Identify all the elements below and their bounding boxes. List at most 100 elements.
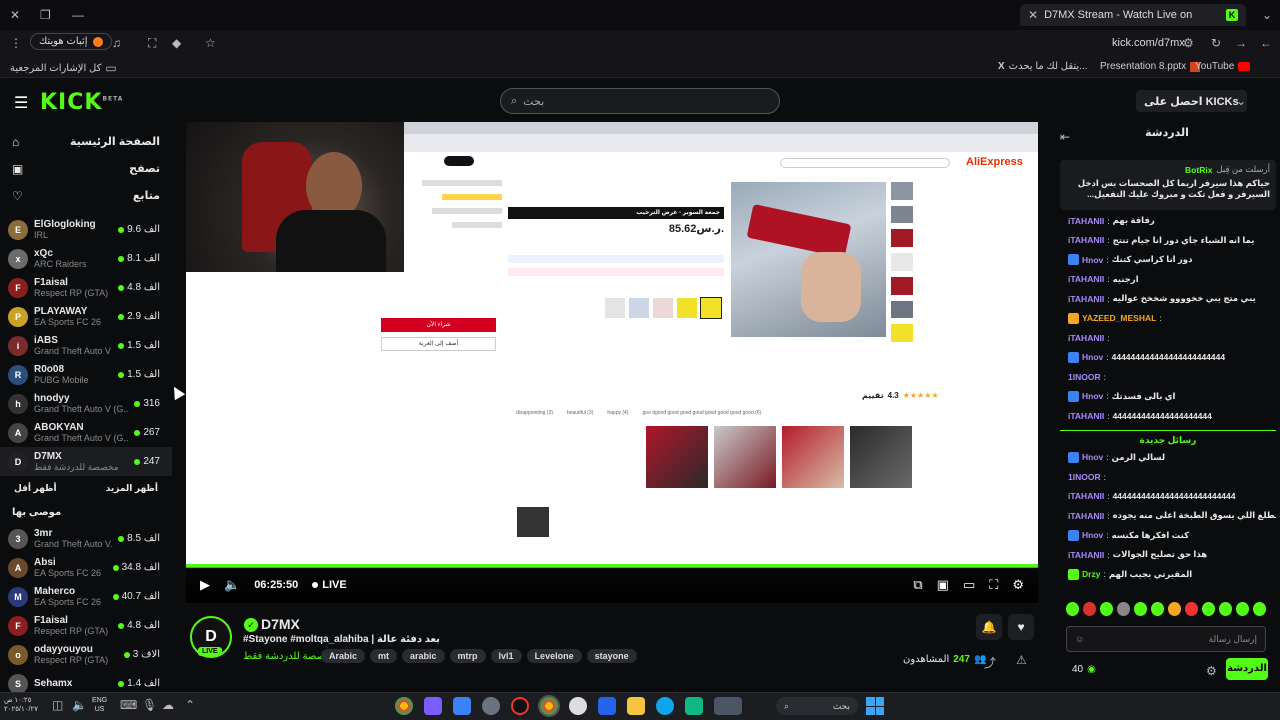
review-photo[interactable] — [517, 507, 549, 537]
media-control-icon[interactable]: ♫ — [112, 36, 121, 50]
report-icon[interactable]: ⚠ — [1016, 653, 1027, 667]
thumbnail[interactable] — [891, 182, 913, 200]
bookmark-presentation[interactable]: Presentation 8.pptx — [1100, 61, 1201, 72]
tab-close-icon[interactable]: ✕ — [1028, 8, 1038, 22]
emote-icon[interactable] — [1236, 602, 1249, 616]
thumbnail[interactable] — [891, 229, 913, 248]
chat-username[interactable]: 1INOOR — [1068, 372, 1101, 382]
windows-start-icon[interactable] — [866, 697, 884, 715]
chat-username[interactable]: iTAHANII — [1068, 235, 1104, 245]
chat-username[interactable]: iTAHANII — [1068, 333, 1104, 343]
settings-icon[interactable]: ⚙ — [1012, 577, 1024, 593]
review-image[interactable] — [646, 426, 708, 488]
channel-item[interactable]: R R0o08 PUBG Mobile 1.5 الف — [0, 360, 172, 389]
obs-icon[interactable] — [569, 697, 587, 715]
get-kicks-button[interactable]: احصل على KICKs — [1136, 90, 1247, 112]
taskbar-search[interactable]: ⌕ بحث — [776, 697, 858, 715]
thumbnail[interactable] — [891, 324, 913, 343]
emote-icon[interactable] — [1117, 602, 1130, 616]
tray-expand-icon[interactable]: ⌃ — [185, 698, 195, 712]
chat-username[interactable]: Drzy — [1082, 569, 1100, 579]
screenshot-icon[interactable]: ⛶ — [148, 36, 156, 51]
speaker-icon[interactable]: 🔈 — [72, 698, 87, 712]
channel-item[interactable]: x xQc ARC Raiders 8.1 الف — [0, 244, 172, 273]
bookmark-star-icon[interactable]: ☆ — [205, 36, 216, 50]
review-tag[interactable]: goo dgood good good good good good good … — [643, 410, 762, 416]
channel-item[interactable]: A Absi EA Sports FC 26 34.8 الف — [0, 553, 172, 582]
emote-icon[interactable] — [1253, 602, 1266, 616]
pinned-message[interactable]: BotRix أرسلت من قِبل حياكم هذا سيرفر ارب… — [1060, 160, 1276, 210]
taskbar-clock[interactable]: ١٠:٢٥ ص ٢٠٢٥/١٠/٢٧ — [4, 696, 38, 714]
reload-icon[interactable]: ↻ — [1211, 36, 1221, 50]
review-image[interactable] — [782, 426, 844, 488]
emote-icon[interactable] — [1185, 602, 1198, 616]
widget-icon[interactable] — [714, 697, 742, 715]
show-less-button[interactable]: أظهر أقل — [14, 483, 57, 494]
sidebar-nav-item[interactable]: ▣ تصفح — [0, 155, 172, 182]
chat-username[interactable]: iTAHANII — [1068, 294, 1104, 304]
bookmark-x[interactable]: X يتقل لك ما يحدث... — [998, 61, 1088, 72]
show-more-button[interactable]: أظهر المزيد — [106, 483, 158, 494]
channel-item[interactable]: D D7MX مخصصة للدردشة فقط 247 — [0, 447, 172, 476]
buy-now-button[interactable]: شراء الآن — [381, 318, 496, 332]
kicks-balance[interactable]: 40 ◉ — [1072, 664, 1096, 675]
emote-icon[interactable] — [1202, 602, 1215, 616]
chat-send-button[interactable]: الدردشة — [1226, 658, 1268, 680]
emote-icon[interactable] — [1083, 602, 1096, 616]
window-close-icon[interactable]: — — [72, 8, 84, 22]
chrome-icon[interactable] — [395, 697, 413, 715]
tab-kick-stream[interactable]: ✕ D7MX Stream - Watch Live on K — [1020, 4, 1246, 26]
clip-icon[interactable]: ⧉ — [913, 577, 922, 593]
settings-app-icon[interactable] — [482, 697, 500, 715]
fullscreen-icon[interactable]: ⛶ — [989, 577, 998, 593]
all-bookmarks-button[interactable]: كل الإشارات المرجعية ▭ — [10, 61, 117, 75]
address-bar[interactable]: kick.com/d7mx — [1112, 37, 1185, 49]
chat-username[interactable]: iTAHANII — [1068, 411, 1104, 421]
chat-username[interactable]: Hnov — [1082, 391, 1103, 401]
channel-item[interactable]: 3 3mr Grand Theft Auto V... 8.5 الف — [0, 524, 172, 553]
emoji-icon[interactable]: ☺ — [1075, 634, 1084, 644]
thumbnail[interactable] — [891, 300, 913, 319]
emote-icon[interactable] — [1168, 602, 1181, 616]
forward-icon[interactable]: → — [1235, 36, 1247, 50]
language-indicator[interactable]: ENG US — [92, 696, 107, 714]
volume-icon[interactable]: 🔈 — [224, 577, 240, 593]
channel-item[interactable]: A ABOKYAN Grand Theft Auto V (G... 267 — [0, 418, 172, 447]
chat-username[interactable]: iTAHANII — [1068, 550, 1104, 560]
stream-tag[interactable]: mt — [370, 649, 398, 663]
review-tag[interactable]: happy (4) — [607, 410, 628, 416]
minimize-icon[interactable]: ✕ — [10, 8, 20, 22]
chat-settings-icon[interactable]: ⚙ — [1206, 664, 1217, 678]
channel-item[interactable]: S Sehamx 1.4 الف — [0, 669, 172, 692]
stream-tag[interactable]: lvl1 — [490, 649, 522, 663]
thumbnail[interactable] — [891, 276, 913, 295]
chat-username[interactable]: iTAHANII — [1068, 216, 1104, 226]
thumbnail[interactable] — [891, 253, 913, 271]
streamer-name[interactable]: D7MX — [261, 616, 300, 632]
thumbnail[interactable] — [891, 205, 913, 224]
emote-icon[interactable] — [1100, 602, 1113, 616]
channel-item[interactable]: o odayyouyou Respect RP (GTA) 3 الاف — [0, 640, 172, 669]
discord-icon[interactable] — [424, 697, 442, 715]
color-option[interactable] — [605, 298, 625, 318]
channel-item[interactable]: M Maherco EA Sports FC 26 40.7 الف — [0, 582, 172, 611]
share-icon[interactable]: ⤴ — [984, 654, 996, 671]
chrome-active-icon[interactable] — [538, 695, 560, 717]
chat-username[interactable]: Hnov — [1082, 255, 1103, 265]
pip-icon[interactable]: ▣ — [937, 577, 949, 593]
review-tag[interactable]: beautiful (3) — [567, 410, 593, 416]
keyboard-icon[interactable]: ⌨ — [120, 698, 137, 712]
extension-verify-button[interactable]: إثبات هويتك — [30, 33, 112, 50]
color-option[interactable] — [629, 298, 649, 318]
user-menu-icon[interactable]: ⌄ — [1236, 94, 1246, 108]
channel-item[interactable]: iiABSGrand Theft Auto V ...1.5 الف — [0, 331, 172, 360]
menu-dots-icon[interactable]: ⋮ — [10, 36, 22, 50]
recorder-icon[interactable] — [511, 697, 529, 715]
color-option[interactable] — [700, 297, 722, 319]
chat-input[interactable]: ☺ إرسال رسالة — [1066, 626, 1266, 652]
review-image[interactable] — [714, 426, 776, 488]
add-to-cart-button[interactable]: أضف إلى العربة — [381, 337, 496, 351]
channel-item[interactable]: h hnodyy Grand Theft Auto V (G... 316 — [0, 389, 172, 418]
chat-username[interactable]: iTAHANII — [1068, 274, 1104, 284]
window-restore-icon[interactable]: ❐ — [40, 8, 51, 22]
